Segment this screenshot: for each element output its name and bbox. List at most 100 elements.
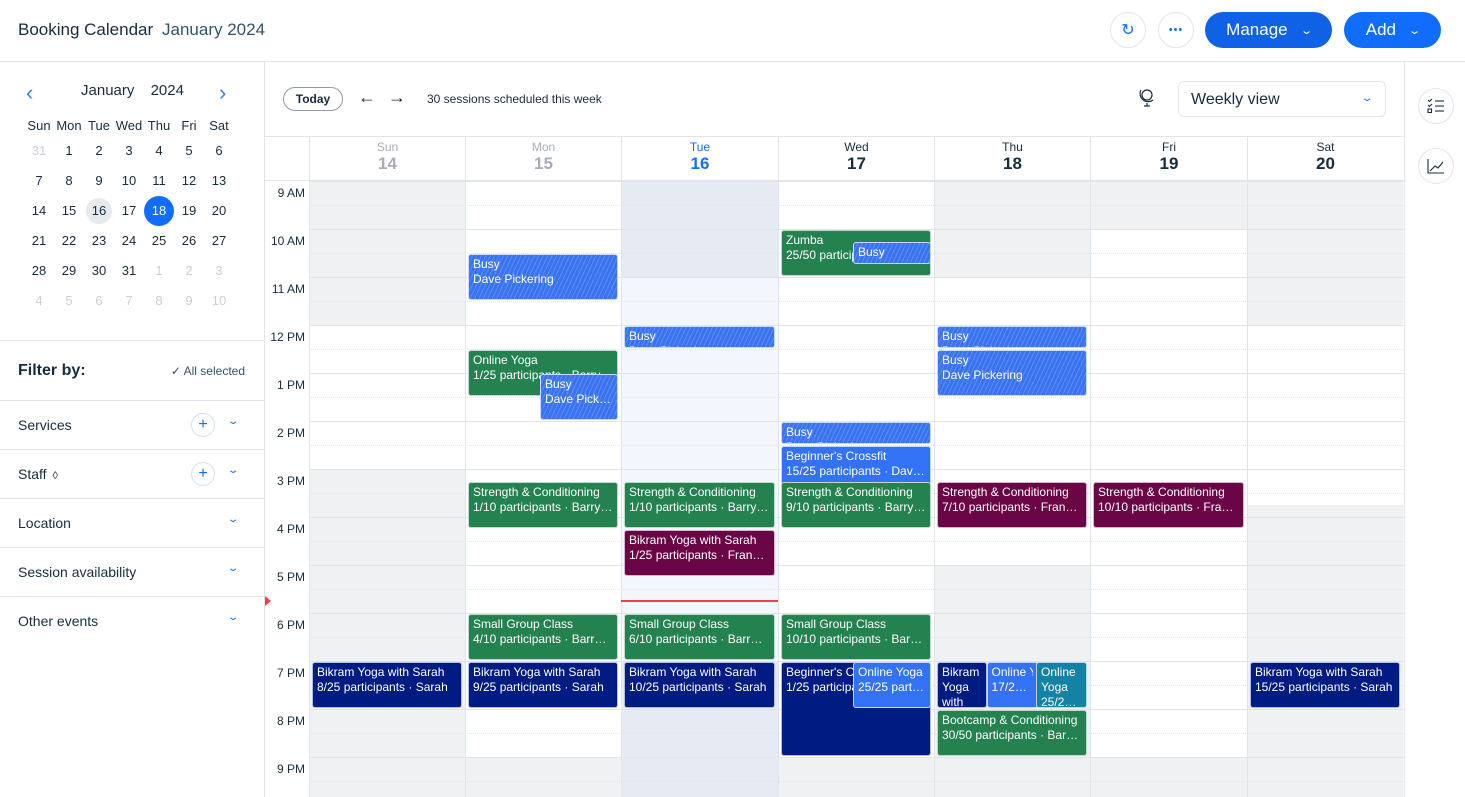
mini-calendar-day[interactable]: 10 — [204, 286, 234, 316]
more-actions-button[interactable]: ••• — [1158, 12, 1194, 48]
mini-calendar-day[interactable]: 8 — [54, 166, 84, 196]
session-event[interactable]: Strength & Conditioning 7/10 participants… — [937, 482, 1087, 528]
session-event[interactable]: Bikram Yoga with Sarah 15/25 participants… — [1250, 662, 1400, 708]
chevron-down-icon[interactable]: ⌄ — [227, 612, 240, 623]
mini-calendar-day[interactable]: 7 — [24, 166, 54, 196]
mini-calendar-day[interactable]: 1 — [144, 256, 174, 286]
mini-calendar-day[interactable]: 31 — [114, 256, 144, 286]
mini-calendar-day[interactable]: 3 — [204, 256, 234, 286]
day-header-thu[interactable]: Thu 18 — [934, 137, 1090, 181]
mini-calendar-day[interactable]: 15 — [54, 196, 84, 226]
day-header-sun[interactable]: Sun 14 — [309, 137, 465, 181]
next-month-button[interactable]: › — [219, 80, 226, 106]
mini-calendar-day[interactable]: 5 — [174, 136, 204, 166]
busy-block[interactable]: BusyDave Pickering — [624, 326, 775, 348]
mini-calendar-day[interactable]: 22 — [54, 226, 84, 256]
add-button[interactable]: Add ⌄ — [1344, 12, 1441, 48]
day-header-fri[interactable]: Fri 19 — [1090, 137, 1247, 181]
session-event[interactable]: Online Yoga 25/25 part… — [853, 662, 931, 708]
mini-calendar-day[interactable]: 14 — [24, 196, 54, 226]
mini-calendar-day[interactable]: 20 — [204, 196, 234, 226]
session-event[interactable]: Strength & Conditioning 10/10 participant… — [1093, 482, 1244, 528]
mini-calendar-day[interactable]: 13 — [204, 166, 234, 196]
filter-other-events[interactable]: Other events ⌄ — [0, 596, 265, 645]
mini-calendar-day[interactable]: 27 — [204, 226, 234, 256]
session-event[interactable]: Strength & Conditioning 9/10 participants… — [781, 482, 931, 528]
busy-block[interactable]: Busy — [853, 242, 931, 264]
mini-calendar-day[interactable]: 25 — [144, 226, 174, 256]
busy-block[interactable]: BusyDave Pickering — [468, 254, 618, 300]
session-event[interactable]: Strength & Conditioning 1/10 participants… — [468, 482, 618, 528]
chevron-down-icon[interactable]: ⌄ — [227, 563, 240, 574]
mini-calendar-day[interactable]: 30 — [84, 256, 114, 286]
mini-calendar-day[interactable]: 10 — [114, 166, 144, 196]
refresh-button[interactable]: ↻ — [1110, 12, 1146, 48]
mini-calendar-day[interactable]: 9 — [174, 286, 204, 316]
busy-block[interactable]: BusyDave Pickering — [781, 422, 931, 444]
session-event[interactable]: Bikram Yoga with Sarah20/25 participants — [937, 662, 987, 708]
event-details: 10/10 participants · Barr… — [786, 632, 926, 646]
view-select[interactable]: Weekly view ⌄ — [1178, 81, 1386, 117]
prev-week-button[interactable]: ← — [358, 87, 376, 108]
session-event[interactable]: Small Group Class 6/10 participants · Bar… — [624, 614, 775, 660]
session-event[interactable]: Small Group Class 10/10 participants · Ba… — [781, 614, 931, 660]
session-event[interactable]: Bikram Yoga with Sarah 8/25 participants … — [312, 662, 462, 708]
filter-session-availability[interactable]: Session availability ⌄ — [0, 547, 265, 596]
busy-block[interactable]: BusyDave Pickering — [540, 374, 618, 420]
mini-calendar-day[interactable]: 23 — [84, 226, 114, 256]
mini-calendar-day[interactable]: 1 — [54, 136, 84, 166]
mini-calendar-day[interactable]: 16 — [84, 196, 114, 226]
next-week-button[interactable]: → — [388, 87, 406, 108]
mini-calendar-day[interactable]: 28 — [24, 256, 54, 286]
mini-calendar-day[interactable]: 12 — [174, 166, 204, 196]
add-filter-button[interactable]: + — [191, 462, 215, 486]
manage-button[interactable]: Manage ⌄ — [1205, 12, 1332, 48]
session-event[interactable]: Bootcamp & Conditioning 30/50 participant… — [937, 710, 1087, 756]
filter-staff[interactable]: Staff ◊ + ⌄ — [0, 449, 265, 498]
checklist-button[interactable] — [1418, 88, 1454, 124]
mini-calendar-day[interactable]: 11 — [144, 166, 174, 196]
session-event[interactable]: Online Yoga17/25 participants — [986, 662, 1038, 708]
session-event[interactable]: Bikram Yoga with Sarah 9/25 participants … — [468, 662, 618, 708]
mini-calendar-day[interactable]: 17 — [114, 196, 144, 226]
mini-calendar-day[interactable]: 26 — [174, 226, 204, 256]
day-header-mon[interactable]: Mon 15 — [465, 137, 621, 181]
mini-calendar-day[interactable]: 18 — [144, 196, 174, 226]
mini-calendar-day[interactable]: 21 — [24, 226, 54, 256]
timezone-globe-icon[interactable] — [1138, 87, 1156, 112]
mini-calendar-day[interactable]: 9 — [84, 166, 114, 196]
analytics-button[interactable] — [1418, 148, 1454, 184]
session-event[interactable]: Bikram Yoga with Sarah 10/25 participants… — [624, 662, 775, 708]
mini-calendar-day[interactable]: 4 — [144, 136, 174, 166]
day-header-wed[interactable]: Wed 17 — [778, 137, 934, 181]
add-filter-button[interactable]: + — [191, 413, 215, 437]
day-header-tue[interactable]: Tue 16 — [621, 137, 778, 181]
filter-location[interactable]: Location ⌄ — [0, 498, 265, 547]
mini-calendar-day[interactable]: 29 — [54, 256, 84, 286]
chevron-down-icon[interactable]: ⌄ — [227, 416, 240, 427]
mini-calendar-day[interactable]: 8 — [144, 286, 174, 316]
mini-calendar-day[interactable]: 7 — [114, 286, 144, 316]
chevron-down-icon[interactable]: ⌄ — [227, 514, 240, 525]
mini-calendar-day[interactable]: 2 — [84, 136, 114, 166]
mini-calendar-day[interactable]: 6 — [84, 286, 114, 316]
mini-calendar-day[interactable]: 5 — [54, 286, 84, 316]
all-selected-toggle[interactable]: ✓ All selected — [171, 364, 245, 378]
mini-calendar-day[interactable]: 24 — [114, 226, 144, 256]
chevron-down-icon[interactable]: ⌄ — [227, 465, 240, 476]
busy-block[interactable]: BusyDave Pickering — [937, 350, 1087, 396]
session-event[interactable]: Bikram Yoga with Sarah 1/25 participants … — [624, 530, 775, 576]
session-event[interactable]: Online Yoga 25/25… — [1036, 662, 1087, 708]
mini-calendar-day[interactable]: 19 — [174, 196, 204, 226]
mini-calendar-day[interactable]: 2 — [174, 256, 204, 286]
busy-block[interactable]: BusyDave Pickering — [937, 326, 1087, 348]
today-button[interactable]: Today — [283, 87, 343, 111]
mini-calendar-day[interactable]: 3 — [114, 136, 144, 166]
session-event[interactable]: Strength & Conditioning 1/10 participants… — [624, 482, 775, 528]
filter-services[interactable]: Services + ⌄ — [0, 400, 265, 449]
day-header-sat[interactable]: Sat 20 — [1247, 137, 1403, 181]
session-event[interactable]: Small Group Class 4/10 participants · Bar… — [468, 614, 618, 660]
mini-calendar-day[interactable]: 4 — [24, 286, 54, 316]
mini-calendar-day[interactable]: 6 — [204, 136, 234, 166]
mini-calendar-day[interactable]: 31 — [24, 136, 54, 166]
